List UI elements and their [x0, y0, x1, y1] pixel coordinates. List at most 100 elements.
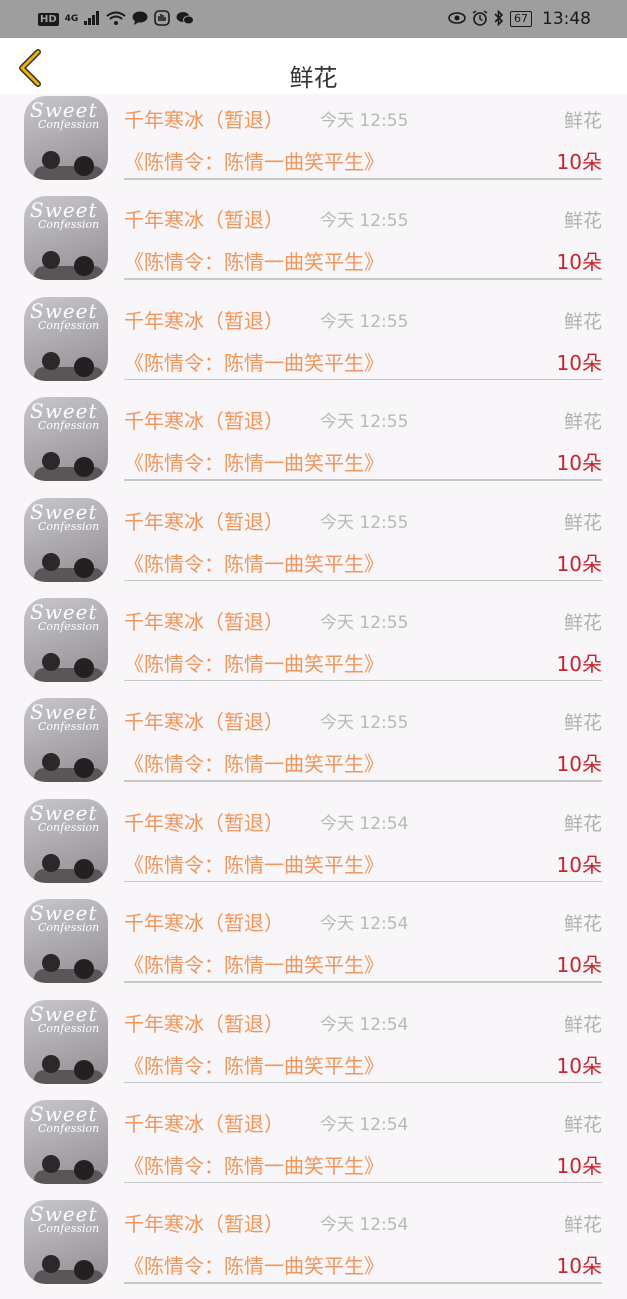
status-clock: 13:48: [542, 9, 591, 29]
gift-type: 鲜花: [563, 1013, 602, 1036]
timestamp: 今天 12:54: [320, 1114, 409, 1135]
gift-quantity: 10朵: [556, 1254, 602, 1279]
avatar[interactable]: Sweet Confession: [24, 296, 108, 381]
avatar[interactable]: Sweet Confession: [24, 999, 108, 1084]
timestamp: 今天 12:55: [320, 311, 409, 332]
divider: [124, 679, 602, 682]
hand-icon: [154, 9, 171, 29]
gift-quantity: 10朵: [556, 852, 602, 877]
work-title[interactable]: 《陈情令：陈情一曲笑平生》: [124, 447, 384, 476]
timestamp: 今天 12:54: [320, 1014, 409, 1035]
list-item[interactable]: Sweet Confession 千年寒冰（暂退） 今天 12:55 鲜花 《陈…: [0, 295, 627, 395]
list-item[interactable]: Sweet Confession 千年寒冰（暂退） 今天 12:54 鲜花 《陈…: [0, 998, 627, 1098]
gift-type: 鲜花: [563, 913, 602, 936]
avatar[interactable]: Sweet Confession: [24, 1200, 108, 1285]
avatar[interactable]: Sweet Confession: [24, 798, 108, 883]
work-title[interactable]: 《陈情令：陈情一曲笑平生》: [124, 1250, 384, 1279]
gift-quantity: 10朵: [556, 752, 602, 777]
avatar-figure: [74, 156, 94, 176]
avatar-subtitle-text: Confession: [38, 1121, 100, 1135]
work-title[interactable]: 《陈情令：陈情一曲笑平生》: [124, 648, 384, 677]
avatar[interactable]: Sweet Confession: [24, 96, 108, 180]
list-item[interactable]: Sweet Confession 千年寒冰（暂退） 今天 12:55 鲜花 《陈…: [0, 94, 627, 194]
avatar[interactable]: Sweet Confession: [24, 497, 108, 582]
divider: [124, 278, 602, 280]
signal-icon: [84, 10, 100, 28]
user-name[interactable]: 千年寒冰（暂退）: [124, 1008, 284, 1037]
nav-bar: 鲜花: [0, 38, 627, 94]
list-item[interactable]: Sweet Confession 千年寒冰（暂退） 今天 12:55 鲜花 《陈…: [0, 496, 627, 596]
divider: [124, 981, 602, 983]
timestamp: 今天 12:55: [320, 211, 409, 232]
avatar-subtitle-text: Confession: [38, 1222, 100, 1236]
avatar[interactable]: Sweet Confession: [24, 698, 108, 783]
avatar-subtitle-text: Confession: [38, 820, 100, 834]
wifi-icon: [106, 11, 126, 28]
list-item[interactable]: Sweet Confession 千年寒冰（暂退） 今天 12:55 鲜花 《陈…: [0, 194, 627, 294]
list-item[interactable]: Sweet Confession 千年寒冰（暂退） 今天 12:55 鲜花 《陈…: [0, 395, 627, 495]
work-title[interactable]: 《陈情令：陈情一曲笑平生》: [124, 1050, 384, 1079]
timestamp: 今天 12:55: [320, 612, 409, 633]
timestamp: 今天 12:55: [320, 713, 409, 734]
work-title[interactable]: 《陈情令：陈情一曲笑平生》: [124, 1150, 384, 1179]
divider: [124, 780, 602, 782]
timestamp: 今天 12:55: [320, 111, 409, 131]
gift-type: 鲜花: [563, 411, 602, 434]
gift-quantity: 10朵: [556, 651, 602, 676]
avatar[interactable]: Sweet Confession: [24, 1099, 108, 1184]
gift-quantity: 10朵: [556, 953, 602, 978]
avatar[interactable]: Sweet Confession: [24, 196, 108, 281]
work-title[interactable]: 《陈情令：陈情一曲笑平生》: [124, 347, 384, 376]
eye-icon: [448, 11, 466, 27]
avatar-figure: [74, 557, 94, 578]
avatar-subtitle-text: Confession: [38, 318, 100, 332]
work-title[interactable]: 《陈情令：陈情一曲笑平生》: [124, 748, 384, 777]
user-name[interactable]: 千年寒冰（暂退）: [124, 907, 284, 936]
avatar-subtitle-text: Confession: [38, 1021, 100, 1035]
avatar-figure: [74, 1159, 94, 1180]
list-item[interactable]: Sweet Confession 千年寒冰（暂退） 今天 12:55 鲜花 《陈…: [0, 696, 627, 796]
list-item[interactable]: Sweet Confession 千年寒冰（暂退） 今天 12:54 鲜花 《陈…: [0, 1098, 627, 1198]
user-name[interactable]: 千年寒冰（暂退）: [124, 204, 284, 233]
user-name[interactable]: 千年寒冰（暂退）: [124, 506, 284, 535]
divider: [124, 880, 602, 883]
list-item[interactable]: Sweet Confession 千年寒冰（暂退） 今天 12:54 鲜花 《陈…: [0, 897, 627, 997]
status-right: 67 13:48: [448, 9, 591, 29]
gift-type: 鲜花: [563, 1214, 602, 1237]
divider: [124, 1081, 602, 1084]
gift-type: 鲜花: [563, 310, 602, 333]
gift-type: 鲜花: [563, 110, 602, 132]
gift-type: 鲜花: [563, 611, 602, 634]
divider: [124, 579, 602, 582]
avatar-figure: [42, 1154, 60, 1173]
avatar-figure: [42, 552, 60, 571]
user-name[interactable]: 千年寒冰（暂退）: [124, 706, 284, 735]
avatar[interactable]: Sweet Confession: [24, 899, 108, 984]
avatar[interactable]: Sweet Confession: [24, 397, 108, 482]
work-title[interactable]: 《陈情令：陈情一曲笑平生》: [124, 849, 384, 878]
user-name[interactable]: 千年寒冰（暂退）: [124, 807, 284, 836]
avatar-figure: [42, 1054, 60, 1073]
alarm-icon: [472, 9, 488, 29]
list-item[interactable]: Sweet Confession 千年寒冰（暂退） 今天 12:54 鲜花 《陈…: [0, 797, 627, 897]
user-name[interactable]: 千年寒冰（暂退）: [124, 1108, 284, 1137]
user-name[interactable]: 千年寒冰（暂退）: [124, 1208, 284, 1237]
work-title[interactable]: 《陈情令：陈情一曲笑平生》: [124, 548, 384, 577]
work-title[interactable]: 《陈情令：陈情一曲笑平生》: [124, 246, 384, 275]
user-name[interactable]: 千年寒冰（暂退）: [124, 405, 284, 434]
work-title[interactable]: 《陈情令：陈情一曲笑平生》: [124, 949, 384, 978]
work-title[interactable]: 《陈情令：陈情一曲笑平生》: [124, 146, 384, 175]
user-name[interactable]: 千年寒冰（暂退）: [124, 606, 284, 635]
avatar[interactable]: Sweet Confession: [24, 597, 108, 682]
hd-badge: HD: [38, 12, 59, 26]
battery-indicator: 67: [510, 11, 532, 27]
user-name[interactable]: 千年寒冰（暂退）: [124, 104, 284, 133]
divider: [124, 178, 602, 180]
gift-quantity: 10朵: [556, 1053, 602, 1078]
network-label: 4G: [64, 14, 79, 24]
list-item[interactable]: Sweet Confession 千年寒冰（暂退） 今天 12:54 鲜花 《陈…: [0, 1198, 627, 1298]
list-item[interactable]: Sweet Confession 千年寒冰（暂退） 今天 12:55 鲜花 《陈…: [0, 596, 627, 696]
divider: [124, 1181, 602, 1184]
user-name[interactable]: 千年寒冰（暂退）: [124, 305, 284, 334]
divider: [124, 479, 602, 481]
